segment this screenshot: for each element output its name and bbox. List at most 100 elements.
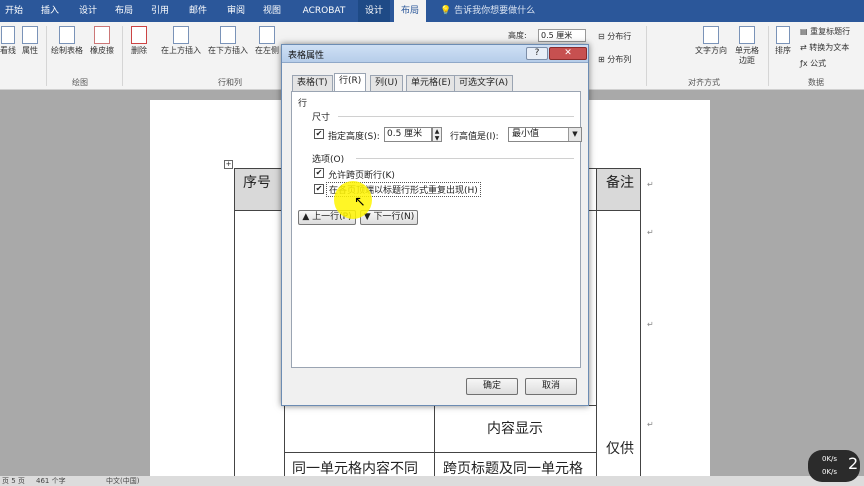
mouse-pointer-icon: ↖ [354, 194, 366, 210]
tab-references[interactable]: 引用 [146, 0, 174, 22]
sort-label: 排序 [775, 46, 791, 55]
view-gridlines-label: 看线 [0, 46, 16, 55]
specify-height-checkbox[interactable]: ✔ [314, 129, 324, 139]
eraser-button[interactable]: 橡皮擦 [86, 26, 118, 56]
tab-home[interactable]: 开始 [0, 0, 28, 22]
end-of-row-mark: ↵ [647, 228, 654, 237]
cell-content-show: 内容显示 [487, 421, 543, 437]
end-of-row-mark: ↵ [647, 180, 654, 189]
end-of-row-mark: ↵ [647, 320, 654, 329]
tab-row[interactable]: 行(R) [334, 73, 367, 92]
tab-design[interactable]: 设计 [74, 0, 102, 22]
ribbon-tab-bar: 开始 插入 设计 布局 引用 邮件 审阅 视图 ACROBAT 设计 布局 💡 … [0, 0, 864, 22]
status-word-count[interactable]: 461 个字 [36, 476, 66, 486]
close-button[interactable]: ✕ [549, 47, 587, 60]
row-height-spinner[interactable]: ▲ ▼ [432, 127, 442, 142]
tab-alt-text[interactable]: 可选文字(A) [454, 75, 514, 91]
ok-button[interactable]: 确定 [466, 378, 518, 395]
insert-above-button[interactable]: 在上方插入 [158, 26, 204, 56]
view-gridlines-button[interactable]: 看线 [0, 26, 16, 56]
cell-only-for: 仅供 [606, 441, 634, 457]
insert-left-button[interactable]: 在左侧 [252, 26, 282, 56]
formula-button[interactable]: ƒx 公式 [800, 59, 862, 69]
cell-margins-button[interactable]: 单元格边距 [732, 26, 762, 66]
eraser-icon [94, 26, 110, 44]
draw-table-label: 绘制表格 [51, 46, 83, 55]
row-height-mode-select[interactable]: 最小值 ▼ [508, 127, 582, 142]
cancel-button[interactable]: 取消 [525, 378, 577, 395]
cell-same-cell-diff: 同一单元格内容不同 [292, 461, 418, 477]
chevron-down-icon: ▼ [568, 128, 581, 141]
table-col-line [434, 405, 435, 476]
tab-table-design[interactable]: 设计 [358, 0, 390, 22]
next-row-button[interactable]: ▼ 下一行(N) [360, 210, 418, 225]
options-divider [356, 158, 574, 159]
group-separator [646, 26, 647, 86]
insert-below-icon [220, 26, 236, 44]
lightbulb-icon: 💡 [440, 6, 452, 16]
allow-row-break-label: 允许跨页断行(K) [328, 171, 395, 181]
header-notes: 备注 [606, 175, 634, 191]
tab-cell[interactable]: 单元格(E) [406, 75, 456, 91]
height-label: 高度: [508, 31, 527, 40]
tab-insert[interactable]: 插入 [36, 0, 64, 22]
sort-button[interactable]: 排序 [772, 26, 794, 56]
repeat-header-icon: ▤ [800, 27, 808, 36]
size-divider [338, 116, 574, 117]
group-label-data: 数据 [808, 78, 824, 87]
delete-button[interactable]: 删除 [126, 26, 152, 56]
text-direction-label: 文字方向 [695, 46, 727, 55]
allow-row-break-checkbox[interactable]: ✔ [314, 168, 324, 178]
tab-view[interactable]: 视图 [258, 0, 286, 22]
tell-me-search[interactable]: 💡 告诉我你想要做什么 [440, 0, 535, 22]
convert-to-text-button[interactable]: ⇄ 转换为文本 [800, 43, 862, 53]
options-section-label: 选项(O) [312, 155, 345, 165]
status-page[interactable]: 页 5 页 [2, 476, 25, 486]
distribute-cols-button[interactable]: ⊞ 分布列 [598, 55, 642, 65]
properties-button[interactable]: 属性 [18, 26, 42, 56]
group-label-alignment: 对齐方式 [688, 78, 720, 87]
cell-margins-icon [739, 26, 755, 44]
cell-cross-page: 跨页标题及同一单元格 [443, 461, 583, 477]
table-border-left [234, 168, 235, 476]
repeat-header-row-checkbox[interactable]: ✔ [314, 184, 324, 194]
height-input[interactable]: 0.5 厘米 [538, 29, 586, 42]
network-speed-widget: 0K/s 0K/s 2 [808, 450, 860, 482]
pencil-table-icon [59, 26, 75, 44]
tab-acrobat[interactable]: ACROBAT [298, 0, 350, 22]
draw-table-button[interactable]: 绘制表格 [50, 26, 84, 56]
tab-table-layout[interactable]: 布局 [394, 0, 426, 22]
formula-fx-icon: ƒx [800, 59, 808, 68]
group-separator [46, 26, 47, 86]
distribute-rows-button[interactable]: ⊟ 分布行 [598, 32, 642, 42]
row-section-label: 行 [298, 99, 308, 109]
cursor-highlight [334, 181, 372, 219]
end-of-row-mark: ↵ [647, 420, 654, 429]
sort-az-icon [776, 26, 790, 44]
row-height-is-label: 行高值是(I): [450, 132, 499, 142]
eraser-label: 橡皮擦 [90, 46, 114, 55]
specify-height-label: 指定高度(S): [328, 132, 380, 142]
text-direction-button[interactable]: 文字方向 [694, 26, 728, 56]
distribute-cols-icon: ⊞ [598, 55, 605, 64]
row-height-input[interactable]: 0.5 厘米 [384, 127, 432, 142]
convert-icon: ⇄ [800, 43, 807, 52]
tab-column[interactable]: 列(U) [370, 75, 403, 91]
table-col-line [596, 168, 597, 476]
status-language[interactable]: 中文(中国) [106, 476, 139, 486]
tab-layout-page[interactable]: 布局 [110, 0, 138, 22]
dialog-title: 表格属性 [288, 51, 325, 61]
help-button[interactable]: ? [526, 47, 548, 60]
table-row-line [284, 452, 596, 453]
tab-mailings[interactable]: 邮件 [184, 0, 212, 22]
insert-below-button[interactable]: 在下方插入 [205, 26, 251, 56]
cell-margins-label: 单元格边距 [735, 46, 759, 65]
repeat-header-button[interactable]: ▤ 重复标题行 [800, 27, 862, 37]
row-height-mode-value: 最小值 [512, 129, 540, 139]
insert-left-icon [259, 26, 275, 44]
table-move-handle[interactable]: + [224, 160, 233, 169]
dialog-titlebar[interactable]: 表格属性 ? ✕ [282, 45, 588, 63]
status-bar: 页 5 页 461 个字 中文(中国) [0, 476, 864, 486]
tab-table[interactable]: 表格(T) [292, 75, 333, 91]
tab-review[interactable]: 审阅 [222, 0, 250, 22]
